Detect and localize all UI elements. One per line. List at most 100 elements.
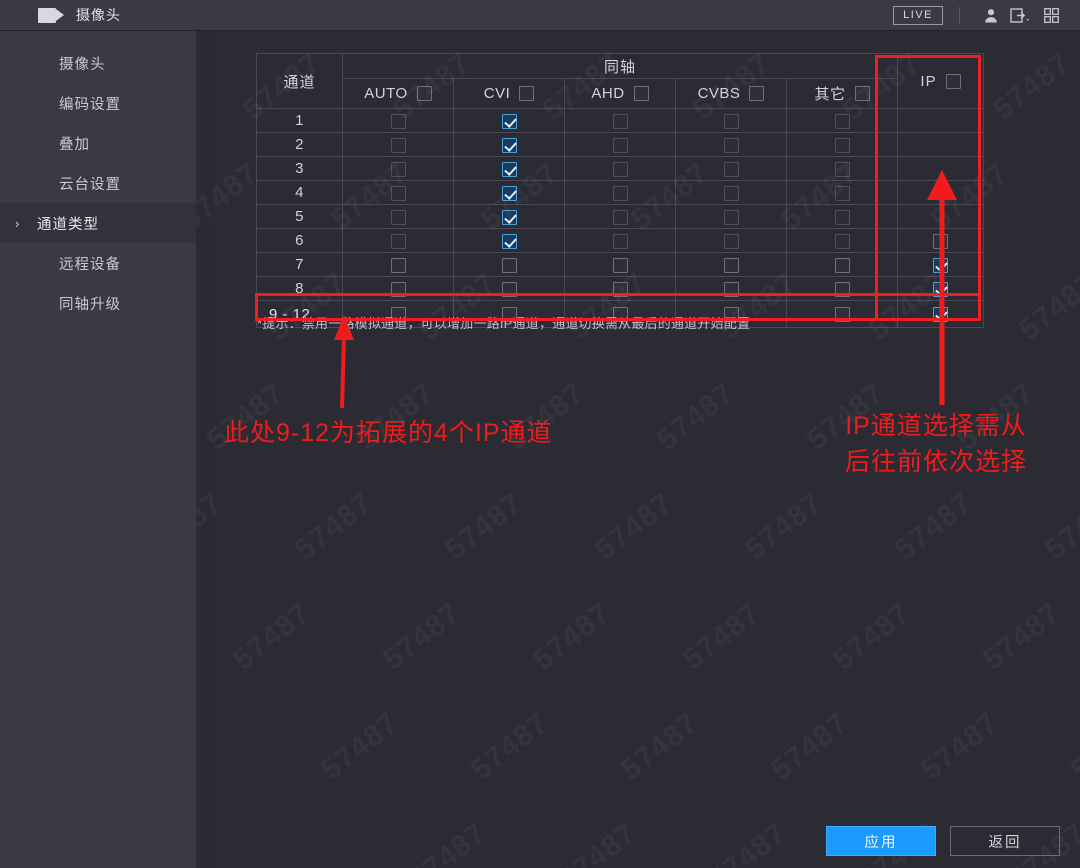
- checkbox-其它-ch2[interactable]: [834, 137, 850, 153]
- checkbox-其它-ch4[interactable]: [834, 185, 850, 201]
- header-checkbox-cvbs[interactable]: [749, 86, 765, 101]
- checkbox-auto-ch6[interactable]: [390, 233, 406, 249]
- checkbox-其它-ch1[interactable]: [834, 113, 850, 129]
- checkbox-auto-ch4[interactable]: [390, 185, 406, 201]
- checkbox-cvbs-ch1[interactable]: [723, 113, 739, 129]
- checkbox-cvbs-ch4[interactable]: [723, 185, 739, 201]
- cell-auto[interactable]: [342, 204, 454, 229]
- checkbox-ahd-ch1[interactable]: [612, 113, 628, 129]
- live-button[interactable]: LIVE: [893, 5, 943, 25]
- checkbox-ip-ch8[interactable]: [933, 281, 948, 297]
- sidebar-item-7[interactable]: ›同轴升级: [0, 283, 196, 323]
- checkbox-ahd-ch8[interactable]: [612, 281, 628, 297]
- checkbox-auto-ch5[interactable]: [390, 209, 406, 225]
- cell-auto[interactable]: [342, 156, 454, 181]
- cell-auto[interactable]: [342, 108, 454, 133]
- checkbox-cvi-ch5[interactable]: [501, 209, 517, 225]
- checkbox-ip-ch7[interactable]: [933, 257, 948, 273]
- header-checkbox-cvi[interactable]: [519, 86, 535, 101]
- cell-auto[interactable]: [342, 132, 454, 157]
- cell-cvi[interactable]: [453, 156, 565, 181]
- checkbox-其它-ch7[interactable]: [834, 257, 850, 273]
- cell-cvbs[interactable]: [675, 132, 787, 157]
- cell-ahd[interactable]: [564, 252, 676, 277]
- checkbox-其它-ch3[interactable]: [834, 161, 850, 177]
- cell-其它[interactable]: [786, 180, 898, 205]
- cell-cvbs[interactable]: [675, 228, 787, 253]
- cell-auto[interactable]: [342, 252, 454, 277]
- cell-ahd[interactable]: [564, 132, 676, 157]
- checkbox-ahd-ch7[interactable]: [612, 257, 628, 273]
- header-checkbox-ahd[interactable]: [633, 86, 649, 101]
- cell-ip[interactable]: [897, 276, 984, 301]
- cell-其它[interactable]: [786, 228, 898, 253]
- checkbox-其它-ch9-12[interactable]: [834, 307, 850, 323]
- cell-其它[interactable]: [786, 156, 898, 181]
- header-checkbox-auto[interactable]: [416, 86, 432, 101]
- cell-ip[interactable]: [897, 228, 984, 253]
- back-button[interactable]: 返回: [950, 826, 1060, 856]
- cell-ip[interactable]: [897, 300, 984, 328]
- checkbox-ahd-ch6[interactable]: [612, 233, 628, 249]
- header-checkbox-其它[interactable]: [854, 86, 870, 101]
- cell-auto[interactable]: [342, 180, 454, 205]
- checkbox-auto-ch1[interactable]: [390, 113, 406, 129]
- cell-cvbs[interactable]: [675, 156, 787, 181]
- cell-其它[interactable]: [786, 252, 898, 277]
- cell-ip[interactable]: [897, 132, 984, 157]
- cell-ip[interactable]: [897, 252, 984, 277]
- sidebar-item-5[interactable]: › 通道类型: [0, 203, 196, 243]
- checkbox-cvi-ch4[interactable]: [501, 185, 517, 201]
- cell-ip[interactable]: [897, 156, 984, 181]
- cell-cvi[interactable]: [453, 108, 565, 133]
- checkbox-cvbs-ch6[interactable]: [723, 233, 739, 249]
- cell-cvbs[interactable]: [675, 276, 787, 301]
- checkbox-ahd-ch3[interactable]: [612, 161, 628, 177]
- cell-cvbs[interactable]: [675, 180, 787, 205]
- cell-cvbs[interactable]: [675, 252, 787, 277]
- cell-ahd[interactable]: [564, 180, 676, 205]
- cell-ip[interactable]: [897, 108, 984, 133]
- checkbox-cvbs-ch8[interactable]: [723, 281, 739, 297]
- user-icon[interactable]: [976, 4, 1006, 26]
- cell-cvi[interactable]: [453, 132, 565, 157]
- checkbox-cvi-ch6[interactable]: [501, 233, 517, 249]
- cell-其它[interactable]: [786, 300, 898, 328]
- cell-其它[interactable]: [786, 276, 898, 301]
- checkbox-cvbs-ch2[interactable]: [723, 137, 739, 153]
- header-checkbox-ip[interactable]: [945, 73, 961, 89]
- cell-auto[interactable]: [342, 228, 454, 253]
- checkbox-cvi-ch7[interactable]: [501, 257, 517, 273]
- cell-ahd[interactable]: [564, 156, 676, 181]
- cell-ip[interactable]: [897, 180, 984, 205]
- cell-cvi[interactable]: [453, 276, 565, 301]
- cell-cvi[interactable]: [453, 204, 565, 229]
- apply-button[interactable]: 应用: [826, 826, 936, 856]
- checkbox-其它-ch6[interactable]: [834, 233, 850, 249]
- checkbox-ahd-ch2[interactable]: [612, 137, 628, 153]
- cell-其它[interactable]: [786, 108, 898, 133]
- checkbox-ip-ch9-12[interactable]: [933, 307, 948, 323]
- grid-menu-icon[interactable]: [1036, 4, 1066, 26]
- checkbox-auto-ch7[interactable]: [390, 257, 406, 273]
- checkbox-cvi-ch2[interactable]: [501, 137, 517, 153]
- cell-ip[interactable]: [897, 204, 984, 229]
- checkbox-ahd-ch4[interactable]: [612, 185, 628, 201]
- checkbox-auto-ch8[interactable]: [390, 281, 406, 297]
- cell-ahd[interactable]: [564, 276, 676, 301]
- cell-ahd[interactable]: [564, 228, 676, 253]
- checkbox-cvbs-ch3[interactable]: [723, 161, 739, 177]
- sidebar-item-3[interactable]: ›叠加: [0, 123, 196, 163]
- checkbox-ip-ch6[interactable]: [933, 233, 948, 249]
- cell-其它[interactable]: [786, 204, 898, 229]
- logout-icon[interactable]: [1006, 4, 1036, 26]
- checkbox-cvbs-ch5[interactable]: [723, 209, 739, 225]
- cell-cvbs[interactable]: [675, 204, 787, 229]
- checkbox-cvi-ch1[interactable]: [501, 113, 517, 129]
- cell-auto[interactable]: [342, 276, 454, 301]
- checkbox-cvi-ch3[interactable]: [501, 161, 517, 177]
- checkbox-其它-ch5[interactable]: [834, 209, 850, 225]
- sidebar-item-1[interactable]: ›摄像头: [0, 43, 196, 83]
- checkbox-cvi-ch8[interactable]: [501, 281, 517, 297]
- cell-其它[interactable]: [786, 132, 898, 157]
